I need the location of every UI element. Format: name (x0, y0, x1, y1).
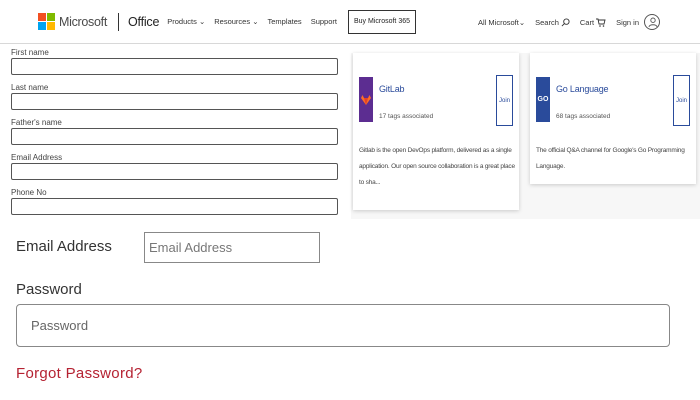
personal-details-form: First name Last name Father's name Email… (11, 47, 338, 222)
go-language-icon: GO (536, 77, 550, 122)
email-field[interactable] (11, 163, 338, 180)
forgot-password-link[interactable]: Forgot Password? (16, 365, 143, 382)
buy-microsoft-365-button[interactable]: Buy Microsoft 365 (347, 9, 416, 34)
search-button[interactable]: Search (535, 18, 570, 27)
nav-products[interactable]: Products ⌄ (167, 17, 205, 26)
header-divider (118, 12, 120, 31)
search-label: Search (535, 17, 559, 27)
account-avatar-icon (644, 14, 660, 30)
chevron-down-icon: ⌄ (518, 17, 526, 27)
cart-icon (596, 18, 606, 27)
login-email-label: Email Address (16, 238, 112, 255)
last-name-field[interactable] (11, 93, 338, 110)
go-icon-text: GO (537, 96, 549, 103)
gitlab-fox-icon (359, 77, 373, 122)
sign-in-label: Sign in (616, 17, 639, 27)
card-description: The official Q&A channel for Google's Go… (536, 147, 685, 170)
card-tag-count: 17 tags associated (379, 113, 434, 120)
community-card-go-language[interactable]: GO Go Language 68 tags associated Join T… (530, 53, 696, 184)
join-button[interactable]: Join (673, 75, 690, 126)
fathers-name-label: Father's name (11, 118, 62, 127)
cart-button[interactable]: Cart (580, 18, 606, 27)
all-microsoft-label: All Microsoft (477, 17, 519, 27)
first-name-label: First name (11, 48, 49, 57)
nav-support[interactable]: Support (311, 17, 337, 26)
search-icon (561, 17, 570, 26)
first-name-field[interactable] (11, 58, 338, 75)
card-description: Gitlab is the open DevOps platform, deli… (359, 147, 515, 186)
last-name-label: Last name (11, 83, 49, 92)
nav-resources[interactable]: Resources ⌄ (214, 17, 258, 26)
nav-templates[interactable]: Templates (268, 17, 302, 26)
sign-in-button[interactable]: Sign in (616, 14, 660, 30)
nav-resources-label: Resources (214, 17, 251, 26)
product-name[interactable]: Office (128, 15, 159, 29)
header-right-group: All Microsoft ⌄ Search Cart Sign in (468, 0, 660, 44)
top-nav-bar: Microsoft Office Products ⌄ Resources ⌄ … (0, 0, 700, 44)
cart-label: Cart (579, 17, 595, 27)
password-label: Password (16, 281, 82, 298)
password-input[interactable] (16, 304, 670, 347)
login-email-input[interactable] (144, 232, 320, 263)
phone-label: Phone No (11, 188, 47, 197)
card-title[interactable]: Go Language (556, 84, 609, 94)
all-microsoft-menu[interactable]: All Microsoft ⌄ (478, 18, 525, 27)
chevron-down-icon: ⌄ (198, 17, 206, 26)
phone-field[interactable] (11, 198, 338, 215)
microsoft-logo-icon[interactable] (38, 13, 55, 30)
brand-name[interactable]: Microsoft (59, 15, 107, 29)
join-button[interactable]: Join (496, 75, 513, 126)
email-label: Email Address (11, 153, 63, 162)
nav-products-label: Products (167, 17, 197, 26)
card-title[interactable]: GitLab (379, 84, 405, 94)
community-cards: GitLab 17 tags associated Join Gitlab is… (351, 53, 700, 219)
card-tag-count: 68 tags associated (556, 113, 611, 120)
fathers-name-field[interactable] (11, 128, 338, 145)
community-card-gitlab[interactable]: GitLab 17 tags associated Join Gitlab is… (353, 53, 519, 210)
chevron-down-icon: ⌄ (252, 17, 259, 26)
